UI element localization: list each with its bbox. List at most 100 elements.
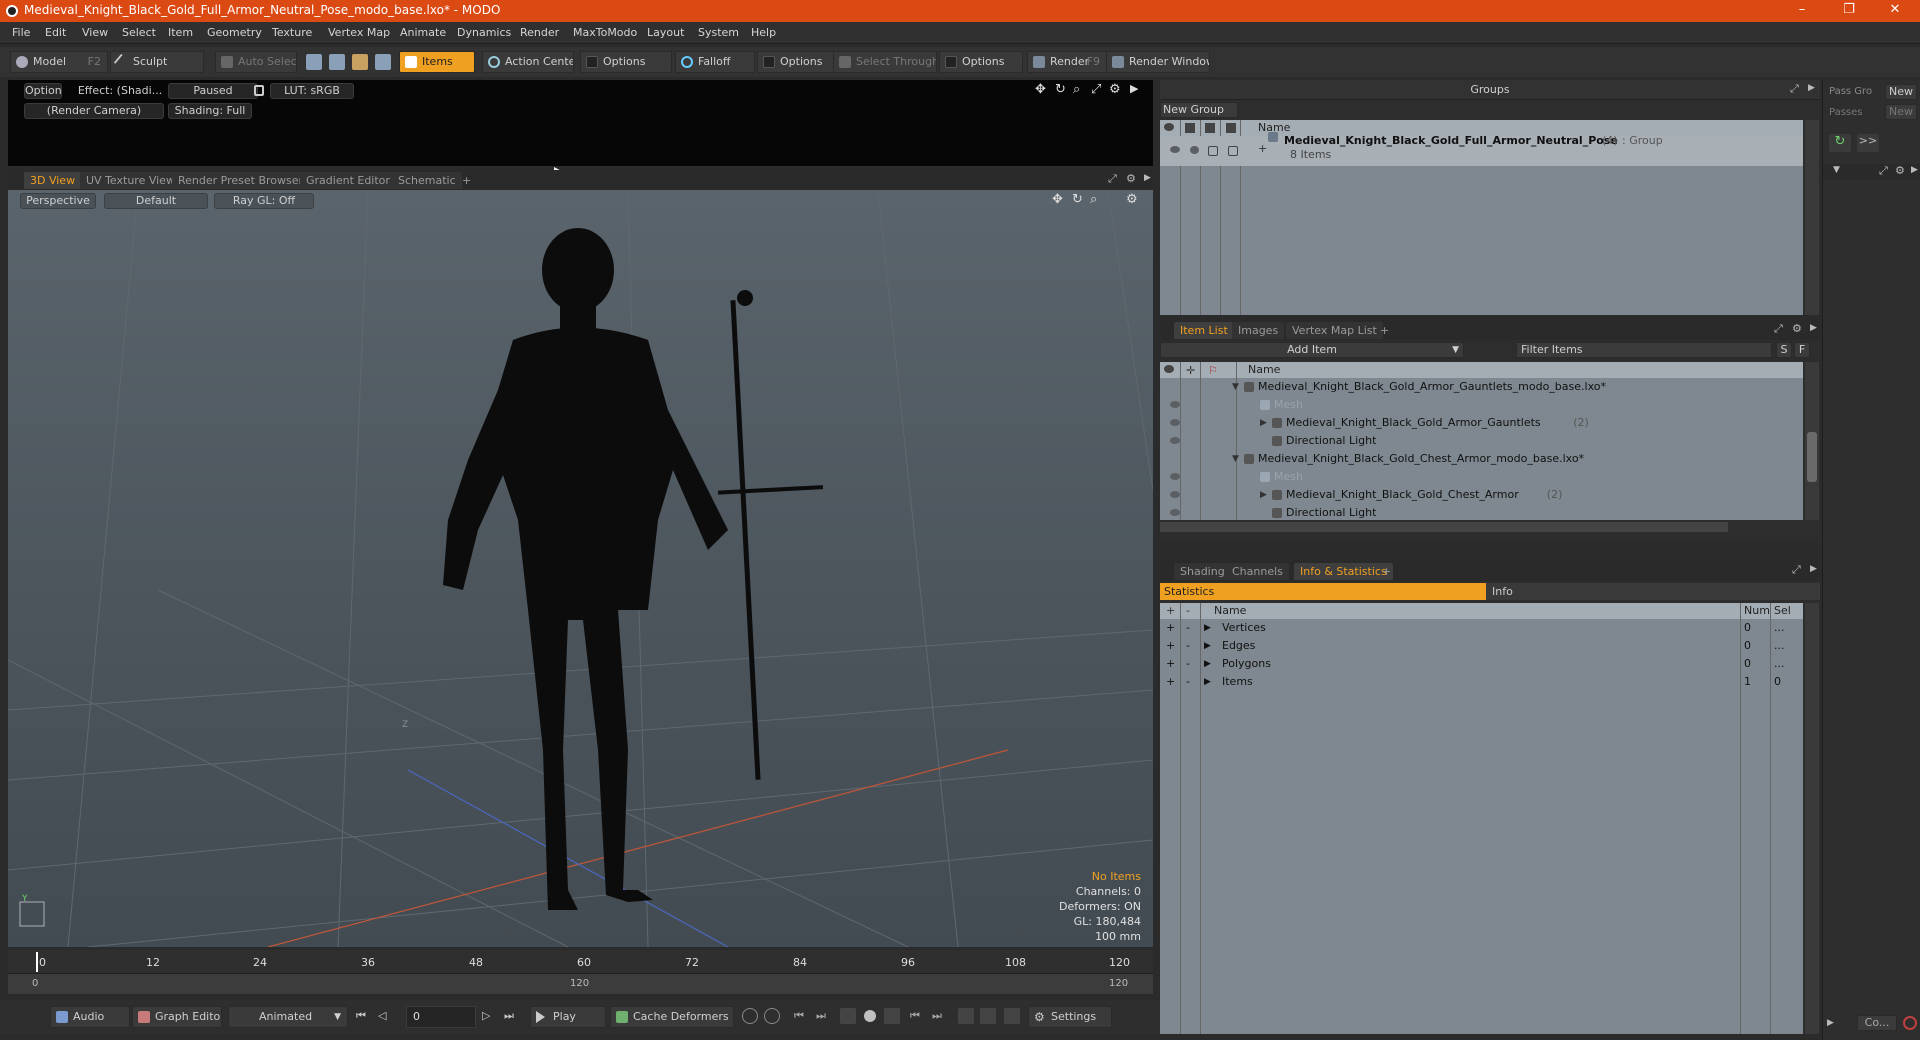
raygl-dropdown[interactable]: Ray GL: Off [214, 193, 314, 209]
shading-style-dropdown[interactable]: Default [104, 193, 208, 209]
menu-layout[interactable]: Layout [647, 26, 684, 39]
render-camera-dropdown[interactable]: (Render Camera) [24, 103, 164, 119]
maximize-icon[interactable]: ⤢ [1774, 322, 1783, 336]
preview-paused-button[interactable]: Paused [168, 83, 258, 99]
item-tree[interactable]: ✛ ⚐ Name ▼ Medieval_Knight_Black_Gold_Arm… [1160, 362, 1803, 520]
maximize-icon[interactable]: ⤢ [1879, 164, 1888, 178]
lock-toggle-icon[interactable] [1208, 146, 1218, 156]
menu-item[interactable]: Item [168, 26, 193, 39]
render-window-button[interactable]: Render Window [1106, 51, 1210, 73]
item-row[interactable]: ▶ Medieval_Knight_Black_Gold_Armor_Gauntl… [1160, 414, 1803, 432]
maximize-icon[interactable]: ⤢ [1792, 563, 1801, 577]
arrow-right-icon[interactable]: ▶ [1144, 173, 1151, 183]
zoom-icon[interactable]: ⌕ [1090, 192, 1097, 207]
graph-editor-button[interactable]: Graph Editor [132, 1006, 222, 1028]
keyframe-icon[interactable] [884, 1008, 900, 1024]
items-mode-button[interactable]: Items [399, 51, 475, 73]
pan-icon[interactable]: ✥ [1052, 192, 1063, 207]
polygons-mode-icon[interactable] [352, 54, 368, 70]
expand-icon[interactable]: + [1166, 637, 1175, 655]
gear-icon[interactable]: ⚙ [1895, 164, 1905, 177]
tab-vertex-map-list[interactable]: Vertex Map List [1286, 322, 1383, 339]
tab-item-list[interactable]: Item List [1174, 322, 1234, 339]
zoom-icon[interactable]: ⌕ [1073, 82, 1080, 97]
menu-texture[interactable]: Texture [272, 26, 312, 39]
collapse-icon[interactable]: ▼ [1232, 450, 1239, 468]
gear-icon[interactable]: ⚙ [1792, 322, 1802, 335]
tab-channels[interactable]: Channels [1226, 563, 1289, 580]
chevron-down-icon[interactable]: ▼ [1833, 165, 1840, 175]
statistics-table[interactable]: + - Name Num Sel + - ▶ Vertices 0... + - ▶ Edges… [1160, 603, 1803, 1034]
play-button[interactable]: Play [530, 1006, 606, 1028]
key-all-icon[interactable] [764, 1008, 780, 1024]
collapse-icon[interactable]: - [1186, 619, 1190, 637]
menu-maxtomodo[interactable]: MaxToModo [573, 26, 637, 39]
group-row[interactable]: + Medieval_Knight_Black_Gold_Full_Armor_… [1160, 132, 1803, 166]
prev-key-icon[interactable]: ⏮ [794, 1009, 804, 1023]
arrow-right-icon[interactable]: ▶ [1810, 323, 1817, 333]
auto-key-icon[interactable] [840, 1008, 856, 1024]
audio-button[interactable]: Audio [50, 1006, 130, 1028]
expand-icon[interactable]: ▶ [1260, 414, 1267, 432]
step-forward-icon[interactable]: ▷ [482, 1009, 490, 1022]
timeline[interactable]: 0 12 24 36 48 60 72 84 96 108 120 0 120 … [8, 950, 1153, 994]
render-button[interactable]: Render F9 [1027, 51, 1107, 73]
frame-input[interactable]: 0 [406, 1006, 476, 1028]
auto-select-button[interactable]: Auto Select [215, 51, 297, 73]
collapse-icon[interactable]: - [1186, 655, 1190, 673]
disclosure-icon[interactable]: ▶ [1204, 637, 1211, 655]
tab-render-preset-browser[interactable]: Render Preset Browser [172, 172, 310, 189]
render-toggle-icon[interactable] [1190, 146, 1199, 154]
menu-view[interactable]: View [82, 26, 108, 39]
falloff-button[interactable]: Falloff [675, 51, 755, 73]
add-tab-button[interactable]: + [1376, 563, 1397, 580]
action-center-button[interactable]: Action Center [482, 51, 574, 73]
edges-mode-icon[interactable] [329, 54, 345, 70]
menu-render[interactable]: Render [520, 26, 559, 39]
disclosure-icon[interactable]: ▶ [1204, 619, 1211, 637]
sync-icon[interactable] [958, 1008, 974, 1024]
tab-shading[interactable]: Shading [1174, 563, 1231, 580]
gear-icon[interactable]: ⚙ [1109, 82, 1121, 97]
loop-end-icon[interactable]: ⏭ [932, 1009, 942, 1023]
add-item-button[interactable]: Add Item ▼ [1160, 342, 1464, 358]
expand-pass-button[interactable]: >> [1857, 134, 1879, 152]
preview-effect-dropdown[interactable]: Effect: (Shadi... [74, 83, 166, 99]
gear-icon[interactable]: ⚙ [1126, 172, 1136, 185]
eye-icon[interactable] [1170, 473, 1180, 480]
info-tab[interactable]: Info [1486, 583, 1820, 600]
menu-system[interactable]: System [698, 26, 739, 39]
item-row[interactable]: ▼ Medieval_Knight_Black_Gold_Armor_Gauntl… [1160, 378, 1803, 396]
select-through-button[interactable]: Select Through [833, 51, 937, 73]
item-row[interactable]: Mesh [1160, 396, 1803, 414]
eye-icon[interactable] [1170, 437, 1180, 444]
command-input[interactable]: Co... [1857, 1015, 1897, 1031]
select-toggle-icon[interactable] [1228, 146, 1238, 156]
playhead[interactable] [36, 952, 38, 972]
close-button[interactable]: ✕ [1880, 2, 1910, 17]
item-list-scrollbar[interactable] [1805, 362, 1819, 520]
maximize-icon[interactable]: ⤢ [1790, 82, 1799, 96]
add-tab-button[interactable]: + [1374, 322, 1395, 339]
expand-icon[interactable]: + [1166, 619, 1175, 637]
item-row[interactable]: ▼ Medieval_Knight_Black_Gold_Chest_Armor_… [1160, 450, 1803, 468]
add-tab-button[interactable]: + [456, 172, 477, 189]
menu-edit[interactable]: Edit [45, 26, 66, 39]
statistics-tab[interactable]: Statistics [1160, 583, 1486, 600]
settings-button[interactable]: ⚙ Settings [1028, 1006, 1112, 1028]
arrow-right-icon[interactable]: ▶ [1827, 1018, 1834, 1028]
action-center-options-button[interactable]: Options [580, 51, 672, 73]
rotate-icon[interactable]: ↻ [1072, 192, 1083, 207]
groups-list[interactable]: Name + Medieval_Knight_Black_Gold_Full_A… [1160, 120, 1803, 315]
move-icon[interactable]: ✥ [1035, 82, 1046, 97]
stat-row[interactable]: + - ▶ Items 1 0 [1160, 673, 1803, 691]
groups-scrollbar[interactable] [1805, 120, 1819, 315]
falloff-options-button[interactable]: Options [757, 51, 839, 73]
go-to-start-icon[interactable]: ⏮ [356, 1009, 366, 1023]
3d-viewport[interactable]: Perspective Default Ray GL: Off ✥ ↻ ⌕ ⚙ … [8, 190, 1153, 947]
eye-icon[interactable] [1170, 509, 1180, 516]
eye-icon[interactable] [1170, 401, 1180, 408]
item-row[interactable]: ▶ Medieval_Knight_Black_Gold_Chest_Armor (… [1160, 486, 1803, 504]
arrow-right-icon[interactable]: ▶ [1808, 83, 1815, 93]
solo-icon[interactable] [1004, 1008, 1020, 1024]
